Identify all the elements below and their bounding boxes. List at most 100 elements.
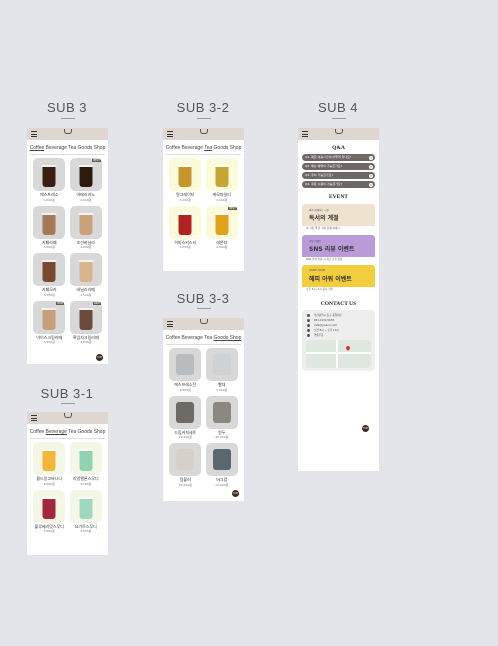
product-image[interactable] [33, 205, 66, 239]
product-image[interactable]: BEST [205, 205, 238, 239]
qa-item[interactable]: Q1. 매장 이용시간이 어떻게 되나요? ▾ [302, 154, 375, 161]
product-card[interactable]: 블루베리맛스무디 3,500원 [31, 489, 68, 533]
product-card[interactable]: NEW 아이스크림라떼 3,500원 [31, 300, 68, 344]
product-image[interactable] [205, 158, 238, 191]
event-banner[interactable]: HAPPY HOUR 해피 아워 이벤트 [302, 265, 375, 287]
product-card[interactable]: 카페라떼 3,000원 [31, 205, 68, 249]
product-card[interactable]: 바닐라라떼 3,500원 [68, 253, 105, 297]
logo[interactable] [63, 413, 72, 418]
product-image[interactable] [169, 348, 202, 381]
menu-icon[interactable] [167, 131, 173, 137]
event-card[interactable]: 책과 함께하는 시간 독서의 계절 이 가을 책 한 권과 함께 하세요. [302, 204, 375, 232]
qa-item[interactable]: Q3. 주차 가능한가요? ▾ [302, 172, 375, 179]
product-card[interactable]: 에스프레소잔 9,900원 [167, 348, 204, 392]
product-price: 2,000원 [43, 197, 55, 202]
product-image[interactable] [169, 205, 202, 239]
product-image[interactable]: NEW [69, 300, 102, 334]
product-card[interactable]: 캐모마일티 2,000원 [204, 158, 241, 202]
tab-goods-shop[interactable]: Goods Shop [214, 335, 242, 341]
scroll-top-button[interactable]: TOP [96, 354, 103, 361]
product-card[interactable]: 원두 15,000원 [204, 395, 241, 439]
tab-coffee[interactable]: Coffee [166, 335, 181, 341]
product-image[interactable] [69, 253, 102, 286]
product-image[interactable] [33, 442, 66, 475]
tab-beverage[interactable]: Beverage [46, 429, 67, 435]
product-card[interactable]: 텀블러 25,000원 [167, 443, 204, 487]
product-card[interactable]: 에스프레소 2,000원 [31, 158, 68, 202]
menu-icon[interactable] [31, 131, 37, 137]
event-banner[interactable]: 리뷰 이벤트 SNS 리뷰 이벤트 [302, 234, 375, 257]
product-image[interactable]: NEW [33, 300, 66, 334]
logo[interactable] [334, 129, 343, 134]
menu-icon[interactable] [167, 321, 173, 327]
product-image[interactable] [169, 443, 202, 476]
chevron-down-icon[interactable]: ▾ [369, 182, 373, 187]
product-card[interactable]: 조선바닐라 3,000원 [68, 205, 105, 249]
logo[interactable] [199, 319, 208, 324]
menu-icon[interactable] [31, 415, 37, 421]
product-image[interactable] [169, 158, 202, 191]
tab-coffee[interactable]: Coffee [30, 429, 45, 435]
product-image[interactable] [205, 395, 238, 429]
tab-tea[interactable]: Tea [204, 335, 212, 341]
tab-coffee[interactable]: Coffee [166, 145, 181, 151]
goods-shape [176, 354, 195, 375]
drink-cup [177, 212, 193, 235]
tab-coffee[interactable]: Coffee [30, 145, 45, 151]
tab-tea[interactable]: Tea [68, 145, 76, 151]
tab-goods-shop[interactable]: Goods Shop [78, 145, 106, 151]
product-card[interactable]: BEST 레몬티 2,500원 [204, 205, 241, 249]
scroll-top-button[interactable]: TOP [232, 490, 239, 497]
section-divider [332, 118, 346, 119]
logo[interactable] [63, 129, 72, 134]
event-card[interactable]: 리뷰 이벤트 SNS 리뷰 이벤트 SNS 리뷰 작성 시 음료 쿠폰 증정 [302, 234, 375, 262]
tab-tea[interactable]: Tea [68, 429, 76, 435]
product-card[interactable]: 리얼멜론스무디 3,500원 [68, 442, 105, 486]
product-image[interactable] [69, 205, 102, 239]
product-card[interactable]: 빨대 1,000원 [204, 348, 241, 392]
product-card[interactable]: 히비스커스티 2,000원 [167, 205, 204, 249]
tab-beverage[interactable]: Beverage [182, 335, 203, 341]
product-image[interactable] [69, 489, 102, 523]
tab-beverage[interactable]: Beverage [182, 145, 203, 151]
product-card[interactable]: 카페모카 3,500원 [31, 253, 68, 297]
goods-shape [176, 401, 195, 423]
product-card[interactable]: BEST 아메리카노 2,000원 [68, 158, 105, 202]
chevron-down-icon[interactable]: ▾ [369, 173, 373, 178]
chevron-down-icon[interactable]: ▾ [369, 155, 373, 160]
product-image[interactable] [33, 253, 66, 286]
cup-lid [41, 496, 57, 499]
tab-goods-shop[interactable]: Goods Shop [214, 145, 242, 151]
product-image[interactable] [205, 443, 238, 476]
event-description: 오후 3시~5시 음료 할인 [302, 287, 375, 293]
product-card[interactable]: 콜드망고바나나 3,000원 [31, 442, 68, 486]
map[interactable] [306, 339, 371, 368]
product-image[interactable]: BEST [69, 158, 102, 191]
tab-goods-shop[interactable]: Goods Shop [78, 429, 106, 435]
menu-icon[interactable] [302, 131, 308, 137]
tab-beverage[interactable]: Beverage [46, 145, 67, 151]
event-card[interactable]: HAPPY HOUR 해피 아워 이벤트 오후 3시~5시 음료 할인 [302, 265, 375, 293]
chevron-down-icon[interactable]: ▾ [369, 164, 373, 169]
qa-item[interactable]: Q4. 쿠폰 사용이 가능한가요? ▾ [302, 181, 375, 188]
product-card[interactable]: 드립커피세트 12,000원 [167, 395, 204, 439]
product-image[interactable] [169, 395, 202, 429]
scroll-top-button[interactable]: TOP [362, 425, 369, 432]
product-image[interactable] [69, 442, 102, 475]
product-badge: BEST [228, 206, 237, 210]
product-card[interactable]: NEW 흑임자크림라떼 4,000원 [68, 300, 105, 344]
product-card[interactable]: 요거트스무디 3,500원 [68, 489, 105, 533]
product-image[interactable] [33, 158, 66, 191]
section-divider [61, 118, 75, 119]
product-price: 2,500원 [216, 245, 228, 249]
product-image[interactable] [205, 348, 238, 381]
product-card[interactable]: 얼그레이티 2,000원 [167, 158, 204, 202]
logo[interactable] [199, 129, 208, 134]
tab-tea[interactable]: Tea [204, 145, 212, 151]
event-banner[interactable]: 책과 함께하는 시간 독서의 계절 [302, 204, 375, 226]
section-divider [61, 403, 75, 404]
product-image[interactable] [33, 489, 66, 523]
app-header [163, 318, 244, 330]
product-card[interactable]: 머그컵 12,000원 [204, 443, 241, 487]
qa-item[interactable]: Q2. 메뉴 예약이 가능한가요? ▾ [302, 163, 375, 170]
